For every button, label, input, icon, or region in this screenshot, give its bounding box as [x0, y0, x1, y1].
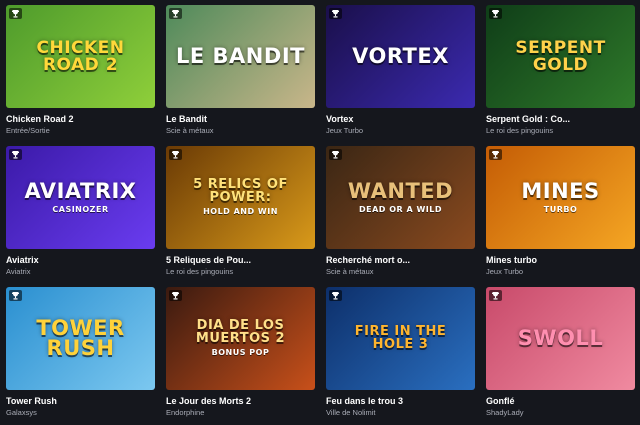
trophy-icon — [329, 149, 342, 160]
game-provider: Le roi des pingouins — [486, 126, 554, 135]
game-provider: Entrée/Sortie — [6, 126, 50, 135]
game-art-title: Mines — [521, 178, 600, 203]
trophy-icon — [329, 8, 342, 19]
game-art-title: Vortex — [352, 43, 449, 68]
game-art: Vortex — [326, 5, 475, 108]
game-provider: Aviatrix — [6, 267, 31, 276]
game-provider: ShadyLady — [486, 408, 524, 417]
game-card[interactable]: Swoll Gonflé ShadyLady — [486, 287, 635, 420]
game-provider: Jeux Turbo — [486, 267, 524, 276]
game-provider: Scie à métaux — [326, 267, 374, 276]
game-thumbnail[interactable]: Aviatrix Casinozer — [6, 146, 155, 249]
game-provider: Scie à métaux — [166, 126, 214, 135]
game-art: Dia de los Muertos 2 Bonus Pop — [166, 287, 315, 390]
game-art-title: 5 Relics of Power: — [193, 177, 288, 205]
game-art: Le Bandit — [166, 5, 315, 108]
game-thumbnail[interactable]: Dia de los Muertos 2 Bonus Pop — [166, 287, 315, 390]
game-art-title: Dia de los Muertos 2 — [195, 318, 286, 346]
trophy-icon — [9, 149, 22, 160]
trophy-icon — [169, 290, 182, 301]
game-art-title: Tower Rush — [36, 315, 125, 360]
game-art: Fire in the Hole 3 — [326, 287, 475, 390]
game-thumbnail[interactable]: Vortex — [326, 5, 475, 108]
game-thumbnail[interactable]: Serpent Gold — [486, 5, 635, 108]
game-art: Tower Rush — [6, 287, 155, 390]
game-art: Wanted Dead or a Wild — [326, 146, 475, 249]
game-art-subtitle: Dead or a Wild — [359, 204, 442, 214]
game-thumbnail[interactable]: Le Bandit — [166, 5, 315, 108]
game-title[interactable]: Tower Rush — [6, 396, 155, 406]
game-title[interactable]: Le Bandit — [166, 114, 315, 124]
game-title[interactable]: Aviatrix — [6, 255, 155, 265]
game-grid: Chicken Road 2 Chicken Road 2 Entrée/Sorti… — [6, 5, 635, 420]
game-art-title: Wanted — [347, 178, 454, 203]
game-thumbnail[interactable]: Mines Turbo — [486, 146, 635, 249]
game-title[interactable]: Mines turbo — [486, 255, 635, 265]
game-title[interactable]: Gonflé — [486, 396, 635, 406]
game-thumbnail[interactable]: Swoll — [486, 287, 635, 390]
trophy-icon — [169, 149, 182, 160]
game-art-title: Fire in the Hole 3 — [354, 324, 447, 352]
game-art-title: Swoll — [517, 325, 604, 350]
game-title[interactable]: 5 Reliques de Pou... — [166, 255, 315, 265]
game-art: Serpent Gold — [486, 5, 635, 108]
game-title[interactable]: Le Jour des Morts 2 — [166, 396, 315, 406]
game-title[interactable]: Feu dans le trou 3 — [326, 396, 475, 406]
game-thumbnail[interactable]: Tower Rush — [6, 287, 155, 390]
game-art-title: Aviatrix — [24, 178, 137, 203]
game-provider: Le roi des pingouins — [166, 267, 234, 276]
game-thumbnail[interactable]: Wanted Dead or a Wild — [326, 146, 475, 249]
game-art: Swoll — [486, 287, 635, 390]
game-provider: Endorphine — [166, 408, 205, 417]
game-card[interactable]: Dia de los Muertos 2 Bonus Pop Le Jour des… — [166, 287, 315, 420]
game-title[interactable]: Serpent Gold : Co... — [486, 114, 635, 124]
game-card[interactable]: Vortex Vortex Jeux Turbo — [326, 5, 475, 138]
trophy-icon — [489, 8, 502, 19]
game-card[interactable]: Fire in the Hole 3 Feu dans le trou 3 Vill… — [326, 287, 475, 420]
trophy-icon — [489, 290, 502, 301]
game-art-title: Le Bandit — [176, 43, 305, 68]
game-art-subtitle: Hold and Win — [203, 207, 278, 217]
trophy-icon — [9, 290, 22, 301]
game-card[interactable]: Tower Rush Tower Rush Galaxsys — [6, 287, 155, 420]
trophy-icon — [9, 8, 22, 19]
game-thumbnail[interactable]: Chicken Road 2 — [6, 5, 155, 108]
game-provider: Ville de Nolimit — [326, 408, 376, 417]
game-art-subtitle: Casinozer — [52, 204, 109, 214]
game-card[interactable]: Aviatrix Casinozer Aviatrix Aviatrix — [6, 146, 155, 279]
game-card[interactable]: Mines Turbo Mines turbo Jeux Turbo — [486, 146, 635, 279]
trophy-icon — [329, 290, 342, 301]
game-card[interactable]: Chicken Road 2 Chicken Road 2 Entrée/Sorti… — [6, 5, 155, 138]
game-title[interactable]: Recherché mort o... — [326, 255, 475, 265]
game-art: 5 Relics of Power: Hold and Win — [166, 146, 315, 249]
game-art-subtitle: Bonus Pop — [211, 348, 270, 358]
game-thumbnail[interactable]: 5 Relics of Power: Hold and Win — [166, 146, 315, 249]
game-card[interactable]: 5 Relics of Power: Hold and Win 5 Reliques… — [166, 146, 315, 279]
game-thumbnail[interactable]: Fire in the Hole 3 — [326, 287, 475, 390]
game-title[interactable]: Vortex — [326, 114, 475, 124]
game-title[interactable]: Chicken Road 2 — [6, 114, 155, 124]
trophy-icon — [169, 8, 182, 19]
game-art: Chicken Road 2 — [6, 5, 155, 108]
game-art: Aviatrix Casinozer — [6, 146, 155, 249]
game-art: Mines Turbo — [486, 146, 635, 249]
game-card[interactable]: Le Bandit Le Bandit Scie à métaux — [166, 5, 315, 138]
trophy-icon — [489, 149, 502, 160]
game-card[interactable]: Serpent Gold Serpent Gold : Co... Le roi d… — [486, 5, 635, 138]
game-art-title: Serpent Gold — [515, 38, 606, 75]
game-card[interactable]: Wanted Dead or a Wild Recherché mort o... S… — [326, 146, 475, 279]
game-provider: Jeux Turbo — [326, 126, 364, 135]
game-provider: Galaxsys — [6, 408, 37, 417]
game-art-subtitle: Turbo — [543, 204, 578, 214]
game-art-title: Chicken Road 2 — [36, 38, 125, 75]
